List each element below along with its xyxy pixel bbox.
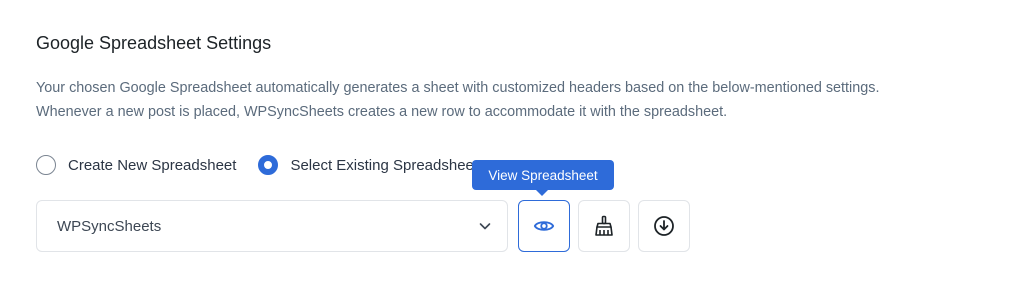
broom-icon	[595, 215, 613, 236]
view-spreadsheet-button[interactable]	[518, 200, 570, 252]
download-spreadsheet-button[interactable]	[638, 200, 690, 252]
radio-select-existing-spreadsheet[interactable]: Select Existing Spreadsheet	[258, 155, 478, 175]
eye-icon	[533, 221, 555, 231]
radio-label-create: Create New Spreadsheet	[68, 156, 237, 174]
page-title: Google Spreadsheet Settings	[36, 33, 272, 53]
spreadsheet-mode-options: Create New Spreadsheet Select Existing S…	[36, 153, 478, 177]
description-line-2: Whenever a new post is placed, WPSyncShe…	[36, 104, 728, 120]
radio-circle-checked[interactable]	[258, 155, 279, 175]
spreadsheet-select[interactable]: WPSyncSheets	[36, 200, 508, 252]
spreadsheet-select-value: WPSyncSheets	[57, 217, 162, 235]
view-spreadsheet-tooltip: View Spreadsheet	[472, 160, 614, 196]
chevron-down-icon	[479, 223, 491, 230]
description-line-1: Your chosen Google Spreadsheet automatic…	[36, 80, 880, 96]
section-description: Your chosen Google Spreadsheet automatic…	[36, 76, 1016, 124]
radio-label-select: Select Existing Spreadsheet	[290, 156, 479, 174]
radio-circle-unchecked[interactable]	[36, 155, 56, 175]
clear-spreadsheet-button[interactable]	[578, 200, 630, 252]
download-icon	[654, 216, 674, 236]
radio-create-new-spreadsheet[interactable]: Create New Spreadsheet	[36, 155, 236, 175]
